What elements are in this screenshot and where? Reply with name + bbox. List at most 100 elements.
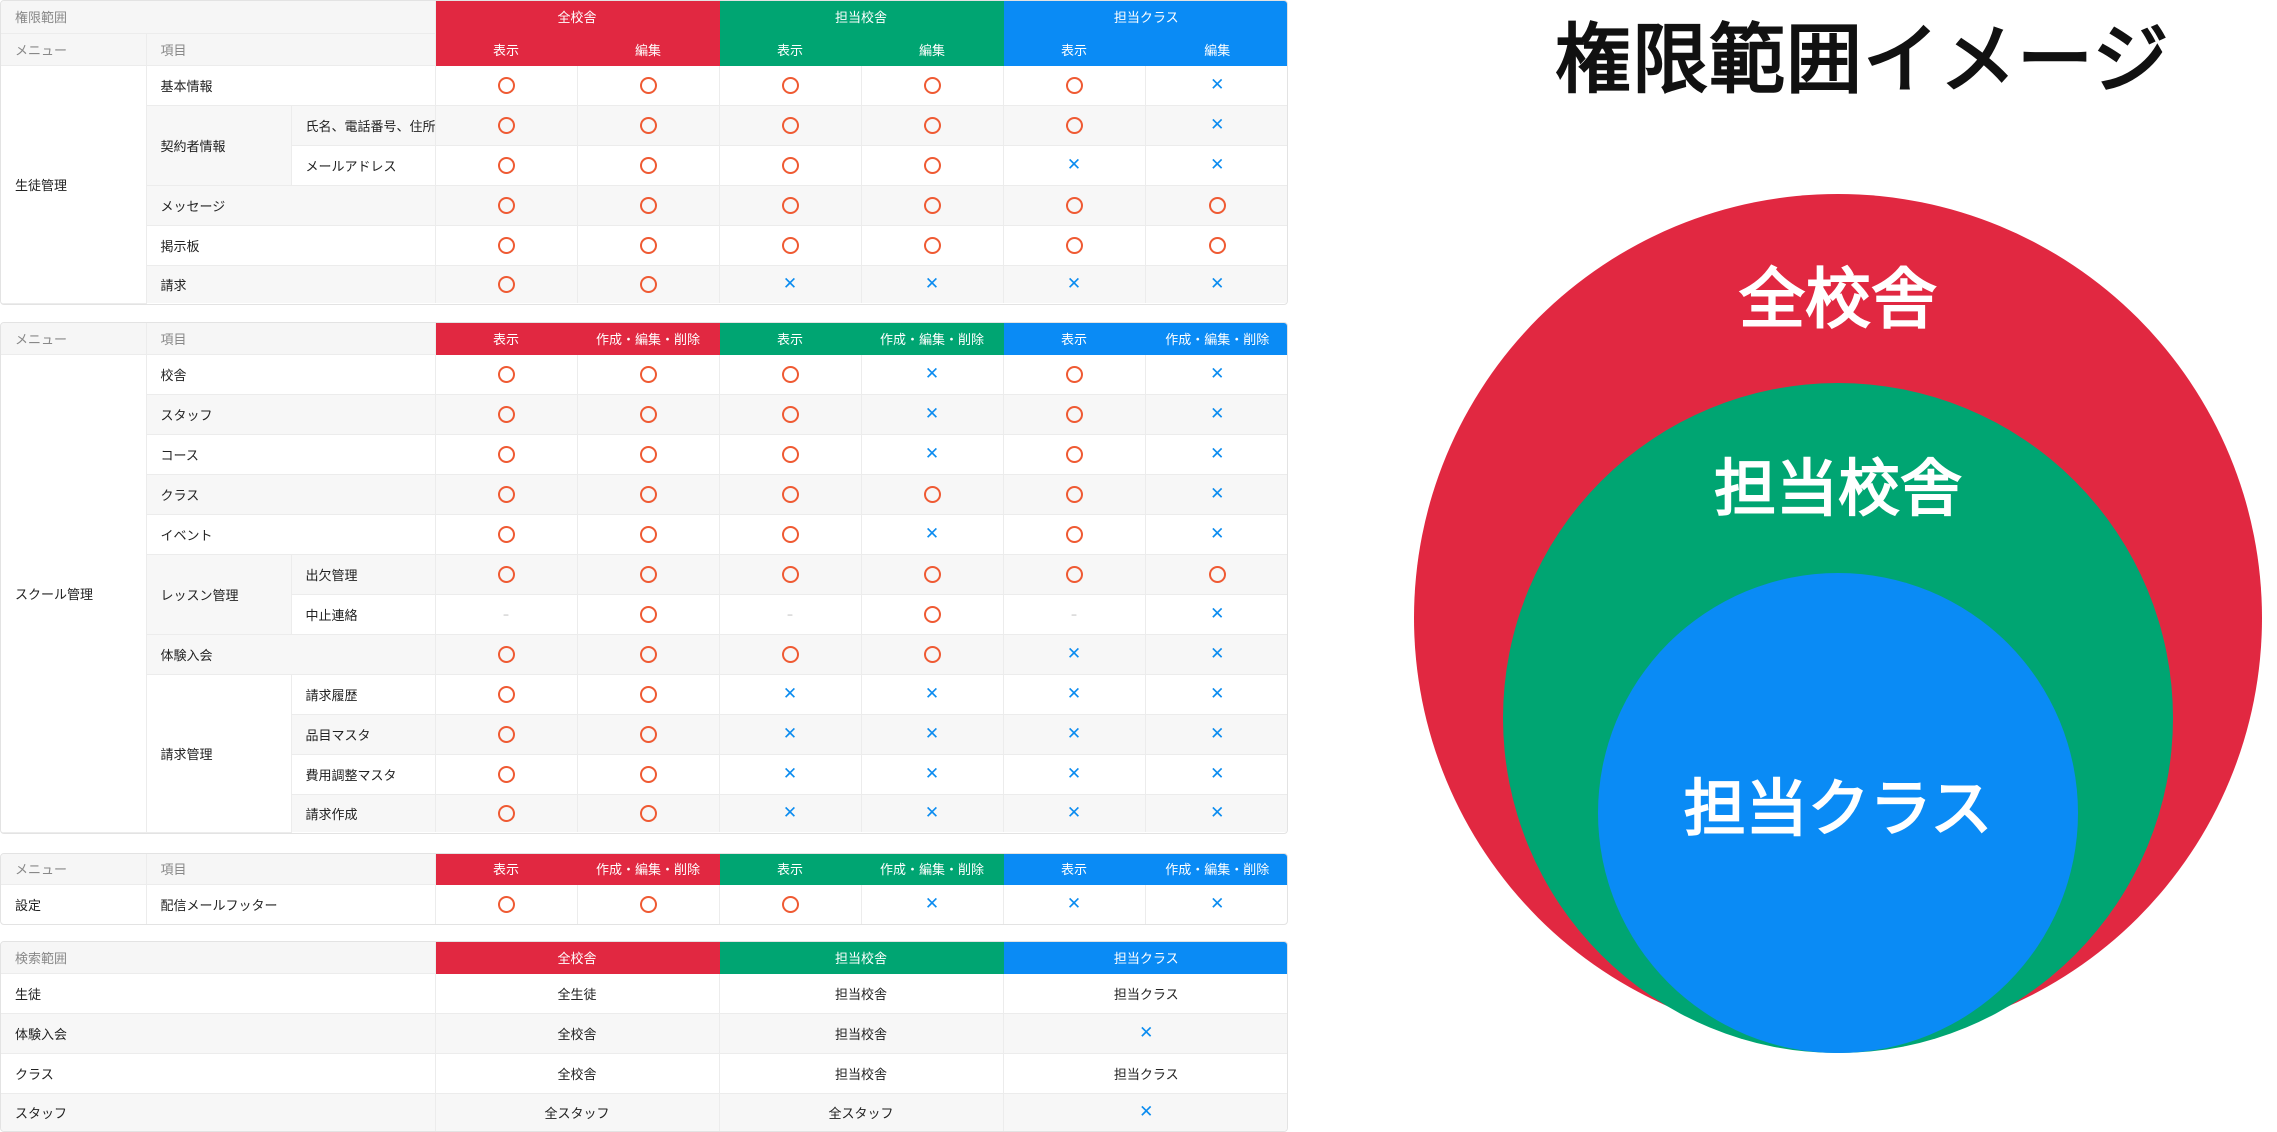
cross-mark-icon: ✕ (1210, 363, 1225, 384)
circle-mark-icon (781, 445, 799, 463)
cross-mark-icon: ✕ (1210, 403, 1225, 424)
permission-cell: ✕ (718, 753, 862, 795)
item-column-label: 項目 (145, 323, 436, 355)
circle-mark-icon (639, 895, 657, 913)
row-label: 生徒 (1, 972, 436, 1014)
sub-item-cell: メールアドレス (291, 144, 436, 186)
circle-mark-icon (639, 116, 657, 134)
cross-mark-icon: ✕ (924, 893, 940, 914)
permission-cell (718, 224, 862, 266)
circle-mark-icon (639, 765, 657, 783)
scope-value-cell: 担当校舎 (718, 972, 1004, 1014)
permission-cell (434, 793, 578, 832)
permission-cell (718, 353, 862, 395)
sub-header-row: メニュー 項目 表示 編集 表示 編集 表示 編集 (1, 32, 1287, 66)
permission-cell (1144, 184, 1287, 226)
permission-cell: ✕ (1144, 144, 1287, 186)
scope-value-cell: 全校舎 (434, 1052, 720, 1094)
item-cell: レッスン管理 (146, 553, 292, 635)
menu-column-label: メニュー (1, 32, 147, 66)
permission-cell (860, 104, 1004, 146)
permission-cell: ✕ (1144, 433, 1287, 475)
permission-cell (1002, 184, 1146, 226)
permission-cell: ✕ (1144, 883, 1287, 924)
permission-cell (434, 673, 578, 715)
sub-item-cell: 氏名、電話番号、住所 (290, 104, 436, 146)
sub-header-row: メニュー 項目 表示 作成・編集・削除 表示 作成・編集・削除 表示 作成・編集… (1, 323, 1287, 355)
permission-cell (1002, 104, 1146, 146)
cross-mark-icon: ✕ (924, 443, 940, 464)
permission-cell (434, 883, 578, 924)
table-row: クラス ✕ (1, 473, 1287, 515)
circle-mark-icon (1065, 116, 1083, 134)
circle-mark-icon (1065, 196, 1083, 214)
circle-mark-icon (781, 645, 799, 663)
permission-cell: ✕ (1002, 633, 1146, 675)
permission-cell (434, 513, 578, 555)
sub-item-cell: 中止連絡 (291, 593, 436, 635)
permission-cell (576, 793, 720, 832)
permission-cell (576, 264, 720, 303)
sub-header: 作成・編集・削除 (860, 323, 1004, 355)
table-row: 体験入会 ✕ ✕ (1, 633, 1287, 675)
cross-mark-icon: ✕ (1210, 893, 1225, 914)
permission-cell: ✕ (1144, 593, 1287, 635)
permission-cell (860, 473, 1004, 515)
circle-mark-icon (781, 116, 799, 134)
circle-mark-icon (639, 525, 657, 543)
permission-cell: ✕ (860, 393, 1004, 435)
circle-mark-icon (923, 645, 941, 663)
permission-cell (434, 393, 578, 435)
permission-cell: ✕ (1144, 264, 1287, 303)
permission-table-settings: メニュー 項目 表示 作成・編集・削除 表示 作成・編集・削除 表示 作成・編集… (0, 853, 1288, 925)
permission-scope-label: 権限範囲 (1, 1, 436, 34)
group-header-assigned-class: 担当クラス (1002, 1, 1287, 34)
circle-mark-icon (781, 525, 799, 543)
circle-mark-icon (497, 485, 515, 503)
circle-mark-icon (923, 116, 941, 134)
circle-mark-icon (497, 765, 515, 783)
circle-mark-icon (781, 156, 799, 174)
permission-cell: ✕ (1002, 883, 1146, 924)
cross-mark-icon: ✕ (1210, 763, 1225, 784)
circle-mark-icon (639, 645, 657, 663)
circle-mark-icon (497, 725, 515, 743)
circle-mark-icon (1065, 485, 1083, 503)
cross-mark-icon: ✕ (1210, 603, 1225, 624)
permission-cell (576, 633, 720, 675)
circle-mark-icon (639, 365, 657, 383)
permission-cell (718, 883, 862, 924)
permission-cell: ✕ (1144, 513, 1287, 555)
cross-mark-icon: ✕ (782, 683, 798, 704)
circle-mark-icon (497, 565, 515, 583)
permission-cell (1144, 553, 1287, 595)
circle-mark-icon (639, 605, 657, 623)
menu-cell: 設定 (1, 883, 147, 924)
table-row: メッセージ (1, 184, 1287, 226)
permission-cell: ✕ (860, 793, 1004, 832)
circle-mark-icon (639, 725, 657, 743)
circle-mark-icon (639, 485, 657, 503)
dash-mark: – (503, 607, 510, 621)
table-row: スクール管理 校舎 ✕ ✕ (1, 353, 1287, 833)
cross-mark-icon: ✕ (1066, 154, 1082, 175)
permission-cell (576, 883, 720, 924)
sub-header: 表示 (718, 854, 862, 885)
cross-mark-icon: ✕ (1066, 802, 1082, 823)
circle-mark-icon (497, 525, 515, 543)
permission-cell (576, 144, 720, 186)
circle-mark-icon (497, 196, 515, 214)
permission-cell (718, 184, 862, 226)
permission-cell (434, 224, 578, 266)
cross-mark-icon: ✕ (924, 802, 940, 823)
circle-mark-icon (639, 76, 657, 94)
sub-header: 作成・編集・削除 (576, 323, 720, 355)
cross-mark-icon: ✕ (1210, 802, 1225, 823)
circle-mark-icon (923, 565, 941, 583)
permission-cell (576, 224, 720, 266)
circle-mark-icon (923, 76, 941, 94)
search-scope-table: 検索範囲 全校舎 担当校舎 担当クラス 生徒 全生徒 担当校舎 担当クラス 体験… (0, 941, 1288, 1132)
cross-mark-icon: ✕ (924, 363, 940, 384)
circle-mark-icon (497, 895, 515, 913)
permission-cell: – (434, 593, 578, 635)
